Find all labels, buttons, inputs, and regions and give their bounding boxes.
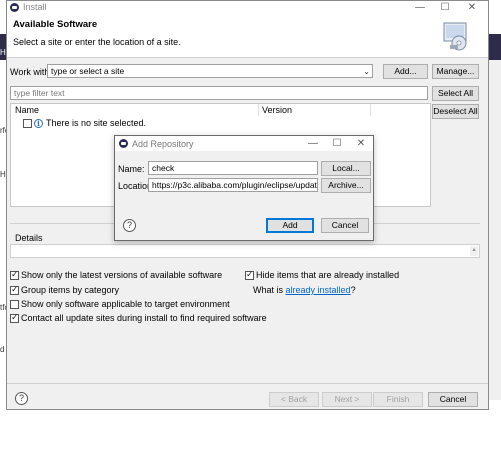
chevron-down-icon[interactable]: ⌄ xyxy=(363,66,370,78)
checkbox[interactable] xyxy=(245,269,254,280)
what-is-suffix: ? xyxy=(350,285,356,295)
what-is-prefix: What is xyxy=(253,285,286,295)
details-text-area[interactable]: ▴ xyxy=(10,244,480,258)
option-label[interactable]: Hide items that are already installed xyxy=(256,270,399,280)
dialog-title-bar: Add Repository — ☐ ✕ xyxy=(115,136,373,151)
add-site-button[interactable]: Add... xyxy=(383,64,428,79)
name-label: Name: xyxy=(118,164,145,174)
deselect-all-button[interactable]: Deselect All xyxy=(432,104,479,119)
wizard-header: Available Software Select a site or ente… xyxy=(7,15,488,58)
work-with-combo[interactable]: type or select a site ⌄ xyxy=(47,64,373,78)
help-icon[interactable]: ? xyxy=(15,392,28,405)
finish-button[interactable]: Finish xyxy=(373,392,423,407)
background-right xyxy=(489,60,501,400)
footer-divider xyxy=(7,383,488,384)
option-label[interactable]: Contact all update sites during install … xyxy=(21,313,267,323)
location-field[interactable]: https://p3c.alibaba.com/plugin/eclipse/u… xyxy=(148,178,318,192)
window-title: Install xyxy=(23,2,47,12)
row-checkbox[interactable] xyxy=(23,119,32,128)
page-subtitle: Select a site or enter the location of a… xyxy=(13,37,181,47)
add-repository-dialog: Add Repository — ☐ ✕ Name: check Local..… xyxy=(114,135,374,241)
maximize-button[interactable]: ☐ xyxy=(327,138,347,150)
name-value: check xyxy=(152,163,175,173)
close-button[interactable]: ✕ xyxy=(462,2,482,14)
column-separator[interactable] xyxy=(258,104,259,116)
maximize-button[interactable]: ☐ xyxy=(435,2,455,14)
row-text: There is no site selected. xyxy=(46,118,147,128)
work-with-value: type or select a site xyxy=(51,66,125,76)
next-button[interactable]: Next > xyxy=(322,392,372,407)
select-all-button[interactable]: Select All xyxy=(432,86,479,101)
option-label[interactable]: Group items by category xyxy=(21,285,119,295)
what-is-installed: What is already installed? xyxy=(253,285,356,295)
title-bar: Install — ☐ ✕ xyxy=(7,1,488,15)
dialog-title: Add Repository xyxy=(132,139,194,149)
details-label: Details xyxy=(15,233,43,243)
option-label[interactable]: Show only the latest versions of availab… xyxy=(21,270,222,280)
already-installed-link[interactable]: already installed xyxy=(286,285,351,295)
column-header-name[interactable]: Name xyxy=(15,105,39,115)
name-field[interactable]: check xyxy=(148,161,318,175)
eclipse-icon xyxy=(10,3,19,12)
info-icon: i xyxy=(34,119,43,128)
location-value: https://p3c.alibaba.com/plugin/eclipse/u… xyxy=(152,180,318,190)
work-with-label: Work with: xyxy=(10,67,52,77)
column-header-version[interactable]: Version xyxy=(262,105,292,115)
table-row[interactable]: i There is no site selected. xyxy=(23,118,243,129)
filter-input[interactable] xyxy=(10,86,428,100)
dialog-cancel-button[interactable]: Cancel xyxy=(321,218,369,233)
manage-sites-button[interactable]: Manage... xyxy=(432,64,479,79)
background-label: d xyxy=(0,345,5,354)
eclipse-icon xyxy=(119,139,128,148)
minimize-button[interactable]: — xyxy=(410,2,430,14)
close-button[interactable]: ✕ xyxy=(351,138,371,150)
local-button[interactable]: Local... xyxy=(321,161,371,176)
archive-button[interactable]: Archive... xyxy=(321,178,371,193)
add-button[interactable]: Add xyxy=(266,218,314,233)
checkbox[interactable] xyxy=(10,312,19,323)
install-graphic-icon xyxy=(443,22,467,51)
checkbox[interactable] xyxy=(10,269,19,280)
option-label[interactable]: Show only software applicable to target … xyxy=(21,299,230,309)
scroll-arrow-icon[interactable]: ▴ xyxy=(470,246,478,256)
minimize-button[interactable]: — xyxy=(303,138,323,150)
cancel-button[interactable]: Cancel xyxy=(428,392,478,407)
column-separator[interactable] xyxy=(370,104,371,116)
page-title: Available Software xyxy=(13,19,98,30)
help-icon[interactable]: ? xyxy=(123,219,136,232)
checkbox[interactable] xyxy=(10,284,19,295)
back-button[interactable]: < Back xyxy=(269,392,319,407)
checkbox[interactable] xyxy=(10,300,19,309)
